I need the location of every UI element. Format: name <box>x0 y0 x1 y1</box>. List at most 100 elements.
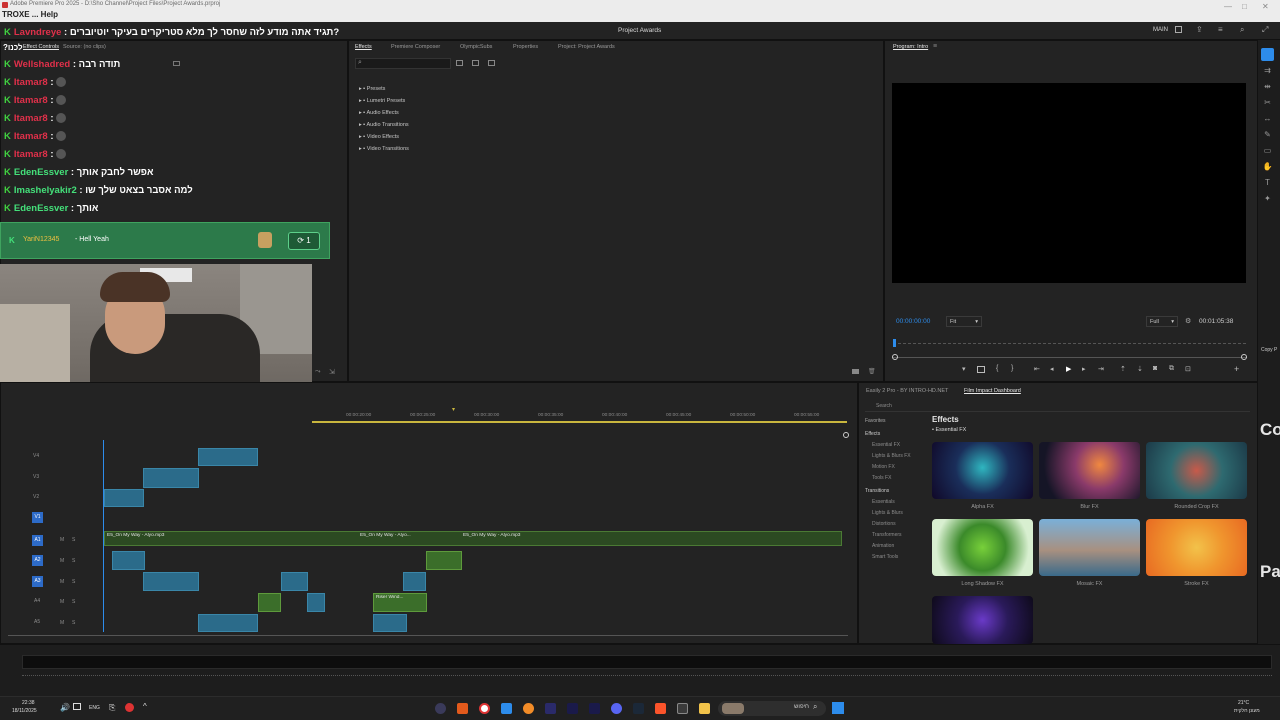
audio-clip[interactable] <box>403 572 426 591</box>
tray-app-icon[interactable] <box>125 703 134 712</box>
go-to-out-icon[interactable]: ⇥ <box>1098 365 1104 373</box>
track-label-a3[interactable]: A3 <box>32 576 43 587</box>
fx-tile-long-shadow[interactable] <box>932 519 1033 576</box>
mute-button[interactable]: M <box>60 599 64 605</box>
tab-project[interactable]: Project: Project Awards <box>558 44 615 50</box>
panel-menu-icon[interactable]: ≡ <box>933 43 937 50</box>
compare-icon[interactable]: ⧉ <box>1169 365 1174 373</box>
discord-icon[interactable] <box>611 703 622 714</box>
zoom-handle-right[interactable] <box>1241 354 1247 360</box>
fullscreen-icon[interactable]: ⤢ <box>1262 25 1268 35</box>
fx-sidebar-transformers[interactable]: Transformers <box>872 532 902 538</box>
new-bin-icon[interactable] <box>852 369 859 374</box>
menu-strip[interactable]: TROXE ... Help <box>2 10 58 19</box>
folder-icon[interactable] <box>699 703 710 714</box>
work-area-bar[interactable] <box>312 421 847 423</box>
taskbar-search-input[interactable]: חיפוש ⌕ <box>718 701 826 716</box>
mute-button[interactable]: M <box>60 558 64 564</box>
wrench-icon[interactable]: ⚙ <box>1185 317 1191 325</box>
fx-sidebar-lights-blurs[interactable]: Lights & Blurs <box>872 510 903 516</box>
fx-sidebar-favorites[interactable]: Favorites <box>865 418 886 424</box>
track-label-a4[interactable]: A4 <box>34 598 40 604</box>
fx-sidebar-transitions[interactable]: Transitions <box>865 488 889 494</box>
fx-sidebar-smart-tools[interactable]: Smart Tools <box>872 554 898 560</box>
windows-start-icon[interactable] <box>832 702 844 714</box>
fx-tile-alpha[interactable] <box>932 442 1033 499</box>
monitor-scrubber-ticks[interactable] <box>893 340 1246 344</box>
tray-expand-icon[interactable]: ^ <box>143 702 147 711</box>
search-icon[interactable]: ⌕ <box>1240 25 1244 35</box>
fx-sidebar-effects[interactable]: Effects <box>865 431 880 437</box>
solo-button[interactable]: S <box>72 537 75 543</box>
fx-sidebar-essentials[interactable]: Essentials <box>872 499 895 505</box>
mute-button[interactable]: M <box>60 620 64 626</box>
tray-app-icon[interactable]: ⎘ <box>109 703 115 713</box>
audio-clip[interactable] <box>258 593 281 612</box>
step-forward-icon[interactable]: ▸ <box>1082 365 1086 373</box>
fx-sidebar-distortions[interactable]: Distortions <box>872 521 896 527</box>
accelerated-effects-icon[interactable] <box>456 60 463 66</box>
selection-tool-icon[interactable] <box>1261 48 1274 61</box>
share-icon[interactable]: ⇪ <box>1196 25 1203 34</box>
workspace-panel-icon[interactable] <box>1175 26 1182 33</box>
play-icon[interactable]: ▶ <box>1066 365 1071 373</box>
fx-sidebar-tools[interactable]: Tools FX <box>872 475 891 481</box>
audio-clip[interactable] <box>143 572 199 591</box>
track-label-v3[interactable]: V3 <box>33 474 39 480</box>
language-indicator[interactable]: ENG <box>89 705 100 711</box>
solo-button[interactable]: S <box>72 579 75 585</box>
weather-temp[interactable]: 21°C <box>1238 700 1249 706</box>
premiere-icon[interactable] <box>545 703 556 714</box>
delete-icon[interactable]: 🗑 <box>868 368 876 375</box>
extract-icon[interactable]: ⇣ <box>1137 365 1143 373</box>
audio-clip[interactable] <box>112 551 145 570</box>
weather-text[interactable]: מעונן חלקית <box>1234 708 1260 714</box>
app-icon[interactable] <box>523 703 534 714</box>
yuv-effects-icon[interactable] <box>488 60 495 66</box>
tree-item-video-transitions[interactable]: ▸ ▪ Video Transitions <box>359 137 409 155</box>
fx-tile-mosaic[interactable] <box>1039 519 1140 576</box>
type-tool-icon[interactable]: T <box>1262 178 1273 188</box>
rectangle-icon[interactable]: ▭ <box>1262 146 1273 156</box>
ripple-icon[interactable]: ⤳ <box>315 368 321 376</box>
audio-clip[interactable] <box>198 614 258 632</box>
ripple-edit-icon[interactable]: ⇹ <box>1262 82 1273 92</box>
menu-icon[interactable]: ≡ <box>1218 25 1223 34</box>
quality-select[interactable]: Full ▾ <box>1146 316 1178 327</box>
track-label-v2[interactable]: V2 <box>33 494 39 500</box>
app-icon[interactable] <box>457 703 468 714</box>
track-label-a5[interactable]: A5 <box>34 619 40 625</box>
tab-properties[interactable]: Properties <box>513 44 538 50</box>
mute-button[interactable]: M <box>60 579 64 585</box>
fx-tile-rounded-crop[interactable] <box>1146 442 1247 499</box>
store-icon[interactable] <box>677 703 688 714</box>
track-label-v1[interactable]: V1 <box>32 512 43 523</box>
steam-icon[interactable] <box>633 703 644 714</box>
pen-icon[interactable]: ✎ <box>1262 130 1273 140</box>
track-label-a2[interactable]: A2 <box>32 555 43 566</box>
ai-tool-icon[interactable]: ✦ <box>1262 194 1273 204</box>
volume-icon[interactable]: 🔊 <box>60 703 70 712</box>
safe-margins-icon[interactable] <box>977 366 985 373</box>
tab-film-impact[interactable]: Film Impact Dashboard <box>964 388 1021 394</box>
tab-olympicsubs[interactable]: OlympicSubs <box>460 44 492 50</box>
minimize-icon[interactable]: — <box>1224 2 1232 11</box>
chrome-icon[interactable] <box>479 703 490 714</box>
fx-tile-stroke[interactable] <box>1146 519 1247 576</box>
network-icon[interactable] <box>73 703 81 710</box>
add-marker-icon[interactable]: ▾ <box>962 365 966 373</box>
tab-premiere-composer[interactable]: Premiere Composer <box>391 44 440 50</box>
program-monitor-title[interactable]: Program: Intro <box>893 44 928 50</box>
go-to-in-icon[interactable]: ⇤ <box>1034 365 1040 373</box>
workspace-label[interactable]: MAIN <box>1153 27 1168 33</box>
brave-icon[interactable] <box>655 703 666 714</box>
fx-sidebar-animation[interactable]: Animation <box>872 543 894 549</box>
fx-sidebar-essential[interactable]: Essential FX <box>872 442 900 448</box>
clock-date[interactable]: 18/11/2025 <box>12 708 37 714</box>
camera-icon[interactable]: ◙ <box>1153 365 1157 372</box>
playhead-timecode[interactable]: 00:00:00:00 <box>896 318 930 325</box>
fx-tile-blur[interactable] <box>1039 442 1140 499</box>
fx-sidebar-lights[interactable]: Lights & Blurs FX <box>872 453 911 459</box>
video-clip[interactable] <box>143 468 199 488</box>
app-icon[interactable] <box>501 703 512 714</box>
